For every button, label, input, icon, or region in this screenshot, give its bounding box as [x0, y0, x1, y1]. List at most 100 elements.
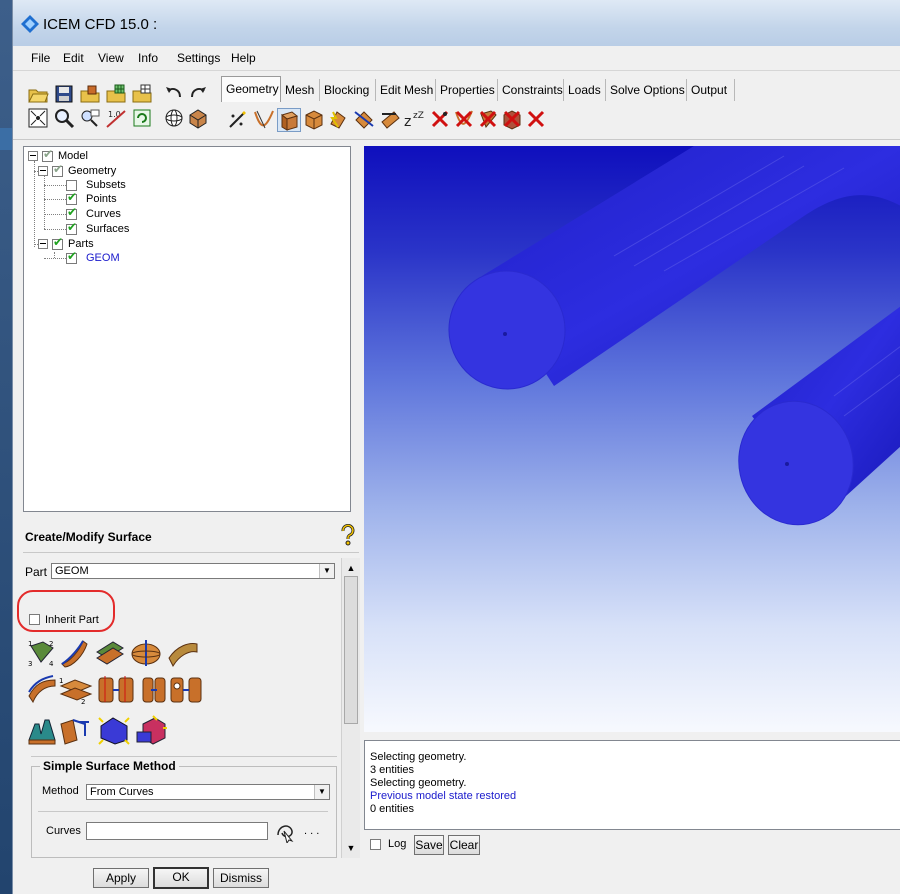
extend-surface-icon[interactable] — [59, 716, 93, 746]
open-mesh-icon[interactable] — [105, 83, 127, 105]
tree-item-geom[interactable]: GEOM — [86, 252, 120, 264]
tree-checkbox-curves[interactable] — [66, 205, 77, 220]
dismiss-button[interactable]: Dismiss — [213, 868, 269, 888]
loft-surface-icon[interactable] — [167, 638, 199, 668]
surface-of-revolution-icon[interactable] — [129, 638, 163, 668]
save-log-button[interactable]: Save — [414, 835, 444, 855]
tree-checkbox-parts[interactable] — [52, 235, 63, 250]
delete-point-icon[interactable] — [429, 108, 451, 130]
help-icon[interactable] — [339, 524, 357, 546]
create-curve-icon[interactable] — [253, 108, 275, 130]
tab-properties[interactable]: Properties — [436, 79, 498, 101]
tree-expander-parts[interactable] — [38, 239, 48, 249]
scroll-up-icon[interactable]: ▲ — [343, 560, 359, 576]
delete-surface-icon[interactable] — [477, 108, 499, 130]
undo-icon[interactable] — [163, 81, 185, 103]
solid-shade-icon[interactable] — [187, 107, 209, 129]
tab-geometry[interactable]: Geometry — [221, 76, 281, 102]
panel-scrollbar[interactable]: ▲ ▼ — [341, 558, 360, 858]
tree-checkbox-surfaces[interactable] — [66, 220, 77, 235]
more-options-dots[interactable]: . . . — [304, 825, 319, 837]
merge-surface-icon[interactable] — [141, 674, 167, 704]
scroll-down-icon[interactable]: ▼ — [343, 840, 359, 856]
desktop-backdrop — [0, 0, 12, 894]
refresh-view-icon[interactable] — [131, 107, 153, 129]
tree-connector — [44, 229, 66, 230]
curve-driven-surface-icon[interactable] — [59, 638, 89, 668]
select-curves-cursor-icon[interactable] — [274, 821, 296, 843]
chevron-down-icon[interactable]: ▼ — [314, 785, 329, 799]
curves-input[interactable] — [86, 822, 268, 840]
part-combobox[interactable]: GEOM ▼ — [51, 563, 335, 579]
panel-separator — [23, 552, 359, 553]
tree-item-curves[interactable]: Curves — [86, 208, 121, 220]
open-geometry-icon[interactable] — [79, 83, 101, 105]
geometry-transform-icon[interactable] — [353, 108, 375, 130]
tree-checkbox-geometry[interactable] — [52, 162, 63, 177]
menu-info[interactable]: Info — [138, 51, 158, 65]
delete-body-icon[interactable] — [501, 108, 523, 130]
open-blocking-icon[interactable] — [131, 83, 153, 105]
distance-icon[interactable]: 1.0 — [105, 107, 127, 129]
apply-button[interactable]: Apply — [93, 868, 149, 888]
menu-bar: File Edit View Info Settings Help — [13, 46, 900, 71]
tab-loads[interactable]: Loads — [564, 79, 606, 101]
untrim-surface-icon[interactable] — [169, 674, 205, 704]
body-from-surface-icon[interactable] — [135, 714, 169, 746]
create-body-icon[interactable] — [303, 108, 325, 130]
restore-dormant-icon[interactable] — [379, 108, 401, 130]
measure-icon[interactable] — [79, 107, 101, 129]
tab-blocking[interactable]: Blocking — [320, 79, 376, 101]
ok-button[interactable]: OK — [153, 867, 209, 889]
tree-checkbox-model[interactable] — [42, 147, 53, 162]
menu-file[interactable]: File — [31, 51, 50, 65]
create-point-icon[interactable] — [227, 108, 249, 130]
tab-edit-mesh[interactable]: Edit Mesh — [376, 79, 436, 101]
tree-item-subsets[interactable]: Subsets — [86, 179, 126, 191]
save-disk-icon[interactable] — [53, 83, 75, 105]
message-log[interactable]: Selecting geometry. 3 entities Selecting… — [364, 740, 900, 830]
group-title: Simple Surface Method — [40, 759, 179, 773]
tetin-surface-icon[interactable] — [27, 716, 57, 746]
menu-help[interactable]: Help — [231, 51, 256, 65]
tree-item-geometry[interactable]: Geometry — [68, 165, 116, 177]
midsurface-icon[interactable]: 12 — [59, 674, 95, 704]
tab-mesh[interactable]: Mesh — [281, 79, 320, 101]
method-combobox[interactable]: From Curves ▼ — [86, 784, 330, 800]
tree-checkbox-points[interactable] — [66, 190, 77, 205]
open-folder-icon[interactable] — [27, 83, 49, 105]
inherit-part-checkbox[interactable] — [29, 614, 40, 625]
offset-surface-icon[interactable] — [27, 674, 57, 704]
tab-solve-options[interactable]: Solve Options — [606, 79, 687, 101]
mesh-zoom-icon[interactable]: z zZ — [403, 108, 425, 130]
menu-edit[interactable]: Edit — [63, 51, 84, 65]
fit-window-icon[interactable] — [27, 107, 49, 129]
menu-view[interactable]: View — [98, 51, 124, 65]
scroll-thumb[interactable] — [344, 576, 358, 724]
create-surface-icon[interactable] — [277, 108, 301, 132]
repair-geometry-icon[interactable] — [327, 108, 349, 130]
tab-constraints[interactable]: Constraints — [498, 79, 564, 101]
bounding-box-surface-icon[interactable] — [97, 714, 131, 746]
tree-item-surfaces[interactable]: Surfaces — [86, 223, 129, 235]
segment-trim-surface-icon[interactable] — [97, 674, 137, 704]
tab-output[interactable]: Output — [687, 79, 735, 101]
delete-curve-icon[interactable] — [453, 108, 475, 130]
tree-item-points[interactable]: Points — [86, 193, 117, 205]
clear-log-button[interactable]: Clear — [448, 835, 480, 855]
graphics-viewport[interactable] — [364, 146, 900, 732]
tree-item-model[interactable]: Model — [58, 150, 88, 162]
wireframe-sphere-icon[interactable] — [163, 107, 185, 129]
log-checkbox[interactable] — [370, 839, 381, 850]
tree-expander-model[interactable] — [28, 151, 38, 161]
tree-expander-geometry[interactable] — [38, 166, 48, 176]
zoom-box-icon[interactable] — [53, 107, 75, 129]
menu-settings[interactable]: Settings — [177, 51, 220, 65]
tree-checkbox-geom[interactable] — [66, 249, 77, 264]
redo-icon[interactable] — [187, 81, 209, 103]
delete-any-entity-icon[interactable] — [525, 108, 547, 130]
from-points-surface-icon[interactable]: 1 2 3 4 — [27, 638, 57, 668]
sweep-surface-icon[interactable] — [95, 638, 125, 668]
chevron-down-icon[interactable]: ▼ — [319, 564, 334, 578]
title-bar[interactable]: ICEM CFD 15.0 : — [13, 0, 900, 47]
